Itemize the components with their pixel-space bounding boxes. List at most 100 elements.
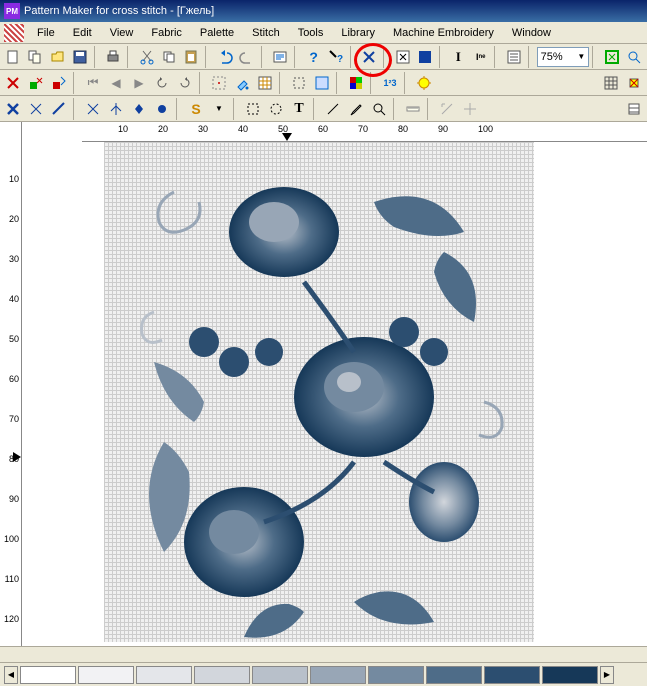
petite-icon[interactable] <box>128 98 150 120</box>
zoom-value: 75% <box>541 51 563 63</box>
palette-swatch[interactable] <box>20 666 76 684</box>
hruler-tick: 40 <box>238 124 248 134</box>
horizontal-scrollbar[interactable] <box>0 646 647 662</box>
context-help-icon[interactable]: ? <box>325 46 346 68</box>
menu-machine-embroidery[interactable]: Machine Embroidery <box>384 24 503 42</box>
vertical-ruler: 10 20 30 40 50 60 70 80 90 100 110 120 <box>0 122 22 646</box>
grid-color-icon[interactable] <box>623 72 645 94</box>
delete-stitch-icon[interactable] <box>2 72 24 94</box>
line-tool-icon[interactable] <box>322 98 344 120</box>
nav-next-icon[interactable]: ▶ <box>128 72 150 94</box>
special-stitch-icon[interactable]: S <box>185 98 207 120</box>
vruler-arrow-icon <box>13 452 21 462</box>
fill-tool-icon[interactable] <box>231 72 253 94</box>
center-icon[interactable] <box>208 72 230 94</box>
palette-swatch[interactable] <box>542 666 598 684</box>
gzhel-pattern <box>104 142 534 642</box>
rotate-cw-icon[interactable] <box>174 72 196 94</box>
zoom-combo[interactable]: 75%▼ <box>537 47 590 67</box>
vruler-tick: 110 <box>5 574 19 584</box>
full-cross-icon[interactable] <box>2 98 24 120</box>
half-cross-icon[interactable] <box>25 98 47 120</box>
help-icon[interactable]: ? <box>303 46 324 68</box>
ruler-tool-icon[interactable] <box>402 98 424 120</box>
pattern-canvas[interactable] <box>104 142 534 642</box>
menu-library[interactable]: Library <box>332 24 384 42</box>
palette-swatch[interactable] <box>136 666 192 684</box>
canvas-area: 10 20 30 40 50 60 70 80 90 100 <box>22 122 647 646</box>
view-symbols-icon[interactable] <box>392 46 413 68</box>
bead-icon[interactable] <box>151 98 173 120</box>
new-wizard-icon[interactable] <box>24 46 45 68</box>
palette-swatch[interactable] <box>368 666 424 684</box>
new-icon[interactable] <box>2 46 23 68</box>
workspace: 10 20 30 40 50 60 70 80 90 100 110 120 1… <box>0 122 647 646</box>
palette-swatch[interactable] <box>484 666 540 684</box>
nav-prev-icon[interactable]: ◀ <box>105 72 127 94</box>
menu-tools[interactable]: Tools <box>289 24 333 42</box>
quarter-stitch-icon[interactable] <box>82 98 104 120</box>
palette-swatch[interactable] <box>78 666 134 684</box>
palette-swatch[interactable] <box>194 666 250 684</box>
backstitch-icon[interactable] <box>48 98 70 120</box>
delete-color-icon[interactable] <box>25 72 47 94</box>
hruler-tick: 10 <box>118 124 128 134</box>
guides-icon[interactable] <box>459 98 481 120</box>
palette-next-icon[interactable]: ▶ <box>600 666 614 684</box>
measure-icon[interactable] <box>436 98 458 120</box>
vruler-tick: 30 <box>9 254 19 264</box>
view-info-icon[interactable]: I <box>448 46 469 68</box>
menu-fabric[interactable]: Fabric <box>142 24 191 42</box>
pattern-fill-icon[interactable] <box>254 72 276 94</box>
menu-palette[interactable]: Palette <box>191 24 243 42</box>
print-icon[interactable] <box>103 46 124 68</box>
three-quarter-icon[interactable] <box>105 98 127 120</box>
vruler-tick: 50 <box>9 334 19 344</box>
layers-icon[interactable] <box>623 98 645 120</box>
hruler-tick: 90 <box>438 124 448 134</box>
select-all-icon[interactable] <box>311 72 333 94</box>
fit-window-icon[interactable] <box>601 46 622 68</box>
highlight-icon[interactable] <box>413 72 435 94</box>
select-rect-icon[interactable] <box>288 72 310 94</box>
open-icon[interactable] <box>47 46 68 68</box>
menu-file[interactable]: File <box>28 24 64 42</box>
app-icon: PM <box>4 3 20 19</box>
hruler-tick: 80 <box>398 124 408 134</box>
cut-icon[interactable] <box>136 46 157 68</box>
ellipse-select-icon[interactable] <box>265 98 287 120</box>
palette-prev-icon[interactable]: ◀ <box>4 666 18 684</box>
paste-icon[interactable] <box>181 46 202 68</box>
redo-icon[interactable] <box>236 46 257 68</box>
view-solid-icon[interactable] <box>414 46 435 68</box>
grid-toggle-icon[interactable] <box>600 72 622 94</box>
special-dropdown-icon[interactable]: ▼ <box>208 98 230 120</box>
text-tool-icon[interactable]: T <box>288 98 310 120</box>
menu-view[interactable]: View <box>101 24 143 42</box>
save-icon[interactable] <box>69 46 90 68</box>
copy-icon[interactable] <box>158 46 179 68</box>
thread-count-icon[interactable]: 1²3 <box>379 72 401 94</box>
menu-stitch[interactable]: Stitch <box>243 24 289 42</box>
zoom-area-icon[interactable] <box>624 46 645 68</box>
nav-first-icon[interactable]: ⏮ <box>82 72 104 94</box>
color-palette-icon[interactable] <box>345 72 367 94</box>
app-logo-icon <box>4 24 24 42</box>
view-list-icon[interactable] <box>503 46 524 68</box>
replace-color-icon[interactable] <box>48 72 70 94</box>
rotate-ccw-icon[interactable] <box>151 72 173 94</box>
menu-window[interactable]: Window <box>503 24 560 42</box>
vruler-tick: 70 <box>9 414 19 424</box>
undo-icon[interactable] <box>214 46 235 68</box>
view-thread-icon[interactable]: Ine <box>470 46 491 68</box>
zoom-tool-icon[interactable] <box>368 98 390 120</box>
vruler-tick: 100 <box>4 534 19 544</box>
properties-icon[interactable] <box>270 46 291 68</box>
palette-swatch[interactable] <box>426 666 482 684</box>
menu-edit[interactable]: Edit <box>64 24 101 42</box>
select-tool-icon[interactable] <box>242 98 264 120</box>
palette-swatch[interactable] <box>252 666 308 684</box>
palette-swatch[interactable] <box>310 666 366 684</box>
full-stitch-icon[interactable] <box>359 46 380 68</box>
eyedropper-icon[interactable] <box>345 98 367 120</box>
